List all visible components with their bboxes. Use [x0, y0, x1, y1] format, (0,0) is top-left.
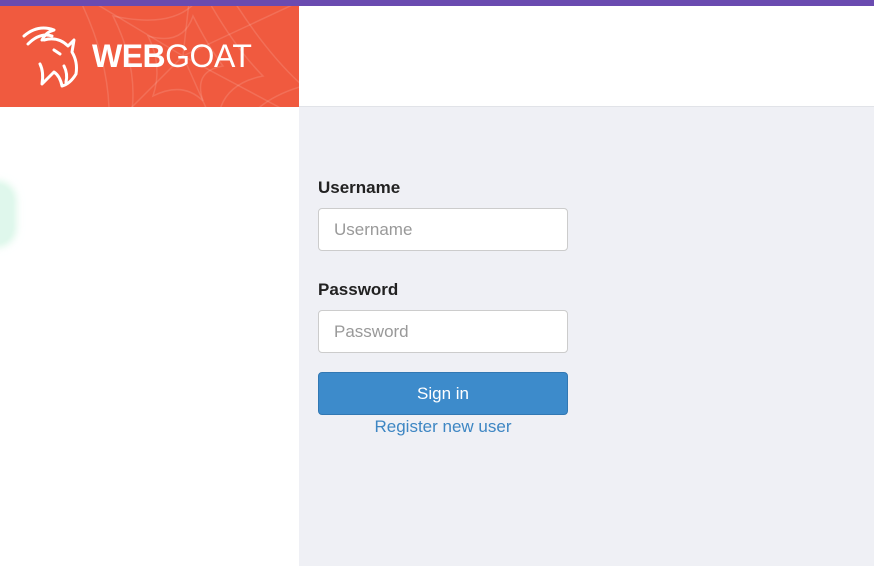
brand-wordmark-bold: WEB [92, 38, 166, 74]
register-new-user-link[interactable]: Register new user [318, 416, 568, 438]
login-form: Username Password Sign in Register new u… [318, 177, 568, 438]
main-content: Username Password Sign in Register new u… [299, 107, 874, 566]
username-input[interactable] [318, 208, 568, 251]
username-label: Username [318, 178, 401, 197]
sidebar [0, 107, 299, 566]
password-input[interactable] [318, 310, 568, 353]
goat-head-icon [22, 26, 78, 88]
brand-wordmark: WEBGOAT [92, 36, 252, 76]
sign-in-button[interactable]: Sign in [318, 372, 568, 415]
password-label: Password [318, 280, 399, 299]
sidebar-toggle-tab[interactable] [0, 185, 12, 243]
header-bar [299, 6, 874, 107]
brand-wordmark-light: GOAT [165, 38, 252, 74]
brand-header: WEBGOAT [0, 6, 299, 107]
